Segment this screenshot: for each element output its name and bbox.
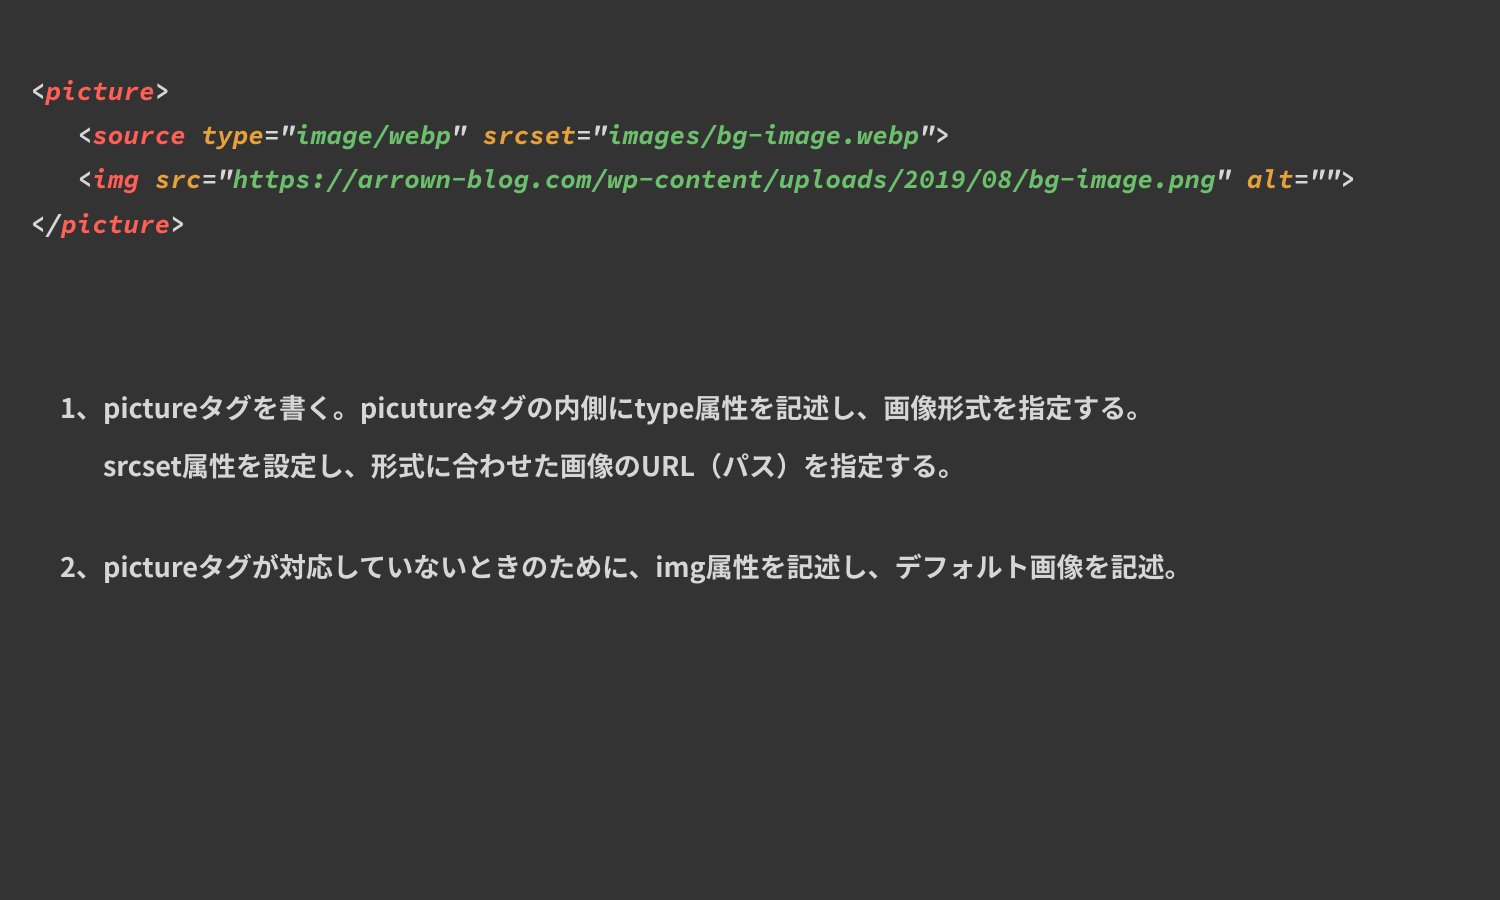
tag-name: source (92, 119, 186, 152)
code-block: <picture> <source type="image/webp" srcs… (0, 0, 1500, 247)
list-number: 2、 (60, 546, 103, 587)
explanation-line: pictureタグを書く。picutureタグの内側にtype属性を記述し、画像… (103, 387, 1440, 428)
angle-open: </ (30, 208, 61, 241)
attr-name: alt (1247, 163, 1294, 196)
code-line-4: </picture> (30, 208, 186, 241)
angle-close: > (170, 208, 186, 241)
code-line-3: <img src="https://arrown-blog.com/wp-con… (30, 163, 1356, 196)
angle-close: > (1341, 163, 1357, 196)
explanation-line: srcset属性を設定し、形式に合わせた画像のURL（パス）を指定する。 (103, 445, 1440, 486)
code-line-1: <picture> (30, 75, 170, 108)
explanation-list: 1、 pictureタグを書く。picutureタグの内側にtype属性を記述し… (0, 387, 1500, 587)
angle-open: < (30, 75, 46, 108)
angle-open: < (77, 163, 93, 196)
angle-close: > (935, 119, 951, 152)
attr-name: srcset (483, 119, 577, 152)
attr-value: https://arrown-blog.com/wp-content/uploa… (233, 163, 1216, 196)
list-number: 1、 (60, 387, 103, 486)
angle-close: > (155, 75, 171, 108)
explanation-line: pictureタグが対応していないときのために、img属性を記述し、デフォルト画… (103, 546, 1440, 587)
indent (30, 163, 77, 196)
attr-name: type (202, 119, 264, 152)
explanation-item-1: 1、 pictureタグを書く。picutureタグの内側にtype属性を記述し… (60, 387, 1440, 486)
tag-name: picture (46, 75, 155, 108)
tag-name: picture (61, 208, 170, 241)
indent (30, 119, 77, 152)
list-body: pictureタグが対応していないときのために、img属性を記述し、デフォルト画… (103, 546, 1440, 587)
attr-value: images/bg-image.webp (607, 119, 919, 152)
explanation-item-2: 2、 pictureタグが対応していないときのために、img属性を記述し、デフォ… (60, 546, 1440, 587)
attr-name: src (155, 163, 202, 196)
attr-value: image/webp (295, 119, 451, 152)
angle-open: < (77, 119, 93, 152)
tag-name: img (92, 163, 139, 196)
list-body: pictureタグを書く。picutureタグの内側にtype属性を記述し、画像… (103, 387, 1440, 486)
code-line-2: <source type="image/webp" srcset="images… (30, 119, 951, 152)
